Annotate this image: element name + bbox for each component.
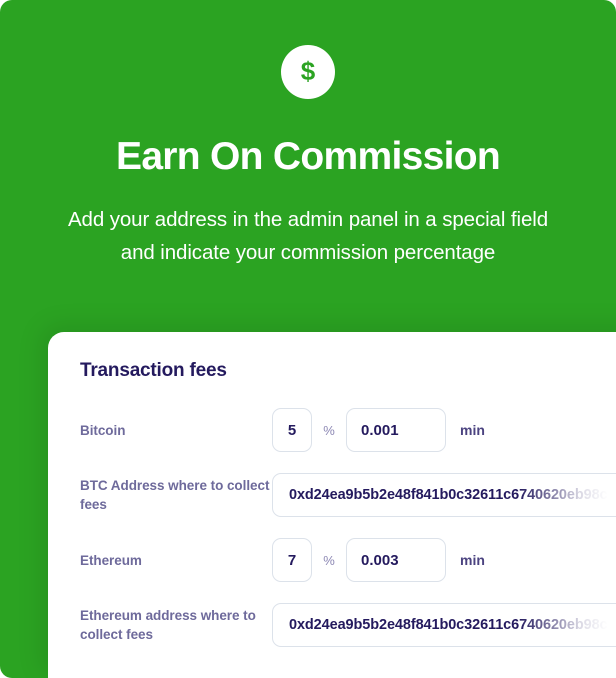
fee-row-btc-address-label: BTC Address where to collect fees: [80, 478, 270, 512]
fee-row-eth-address-label: Ethereum address where to collect fees: [80, 608, 256, 642]
eth-address-value: 0xd24ea9b5b2e48f841b0c32611c6740620eb98c: [289, 617, 608, 633]
svg-text:$: $: [301, 57, 316, 86]
page-title: Earn On Commission: [116, 135, 501, 178]
card-body: Transaction fees Bitcoin 5 % 0.001 min B…: [48, 332, 616, 647]
btc-address-value: 0xd24ea9b5b2e48f841b0c32611c6740620eb98c: [289, 487, 608, 503]
fee-settings-form: Bitcoin 5 % 0.001 min BTC Address where …: [80, 408, 616, 647]
promo-badge-wrapper: $: [0, 45, 616, 99]
fee-row-bitcoin-label: Bitcoin: [80, 422, 126, 438]
fee-row-btc-address: BTC Address where to collect fees 0xd24e…: [80, 473, 616, 517]
bitcoin-min-input[interactable]: 0.001: [346, 408, 446, 452]
promo-content: $ Earn On Commission Add your address in…: [0, 0, 616, 269]
ethereum-min-unit: min: [460, 552, 485, 568]
btc-address-input[interactable]: 0xd24ea9b5b2e48f841b0c32611c6740620eb98c: [272, 473, 616, 517]
ethereum-percent-input[interactable]: 7: [272, 538, 312, 582]
fee-row-ethereum-label: Ethereum: [80, 552, 142, 568]
fee-row-ethereum-fields: 7 % 0.003 min: [272, 538, 616, 582]
fee-row-eth-address-fields: 0xd24ea9b5b2e48f841b0c32611c6740620eb98c: [272, 603, 616, 647]
fee-row-bitcoin-fields: 5 % 0.001 min: [272, 408, 616, 452]
bitcoin-min-unit: min: [460, 422, 485, 438]
bitcoin-percent-unit: %: [323, 422, 335, 438]
eth-address-input[interactable]: 0xd24ea9b5b2e48f841b0c32611c6740620eb98c: [272, 603, 616, 647]
ethereum-percent-unit: %: [323, 552, 335, 568]
fee-row-eth-address: Ethereum address where to collect fees 0…: [80, 603, 616, 647]
card-title: Transaction fees: [80, 360, 227, 381]
ethereum-min-input[interactable]: 0.003: [346, 538, 446, 582]
dollar-circle-icon: $: [281, 45, 335, 99]
screenshot-root: $ Earn On Commission Add your address in…: [0, 0, 616, 678]
page-subtitle: Add your address in the admin panel in a…: [67, 208, 549, 264]
fee-row-ethereum: Ethereum 7 % 0.003 min: [80, 538, 616, 582]
transaction-fees-card: Transaction fees Bitcoin 5 % 0.001 min B…: [48, 332, 616, 678]
fee-row-bitcoin: Bitcoin 5 % 0.001 min: [80, 408, 616, 452]
fee-row-btc-address-fields: 0xd24ea9b5b2e48f841b0c32611c6740620eb98c: [272, 473, 616, 517]
bitcoin-percent-input[interactable]: 5: [272, 408, 312, 452]
